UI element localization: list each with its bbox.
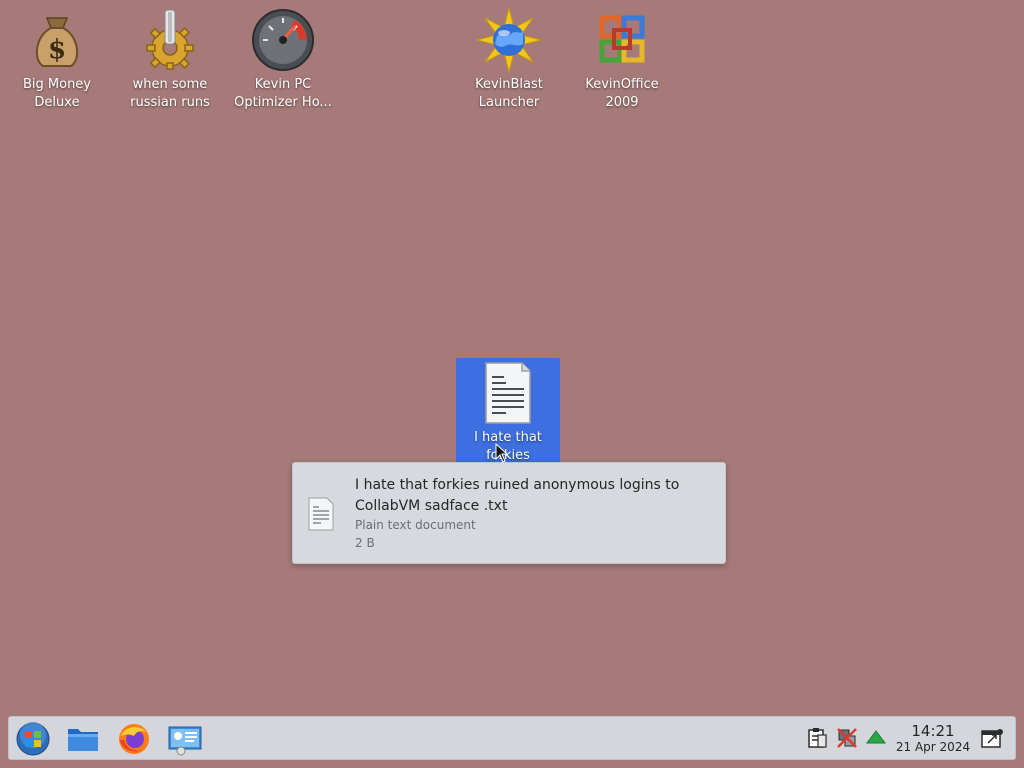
svg-text:$: $ [48,35,66,65]
tooltip-file-type: Plain text document [355,518,476,532]
desktop[interactable]: $ Big Money Deluxe when some russian run… [0,0,1024,768]
show-desktop-icon[interactable] [980,727,1004,751]
desktop-icon-kevin-pc-optimizer[interactable]: Kevin PC Optimizer Ho... [231,8,335,112]
desktop-icon-label: KevinOffice 2009 [585,77,659,110]
money-bag-icon: $ [35,17,79,67]
desktop-icon-russian[interactable]: when some russian runs a... [118,8,222,112]
folder-icon[interactable] [65,722,101,756]
text-document-icon [308,497,334,531]
desktop-icon-kevinblast-launcher[interactable]: KevinBlast Launcher [457,8,561,112]
desktop-icon-label: when some russian runs a... [130,77,210,110]
tooltip-file-size: 2 B [355,536,375,550]
network-off-icon[interactable] [836,727,858,749]
clipboard-icon[interactable] [806,727,828,749]
mouse-cursor-icon [495,443,509,463]
desktop-icon-label: Kevin PC Optimizer Ho... [234,77,332,110]
desktop-icon-big-money-deluxe[interactable]: $ Big Money Deluxe [5,8,109,112]
firefox-icon[interactable] [116,722,152,756]
windows-orb-icon[interactable] [15,722,51,756]
text-document-icon [485,362,531,424]
file-info-tooltip: I hate that forkies ruined anonymous log… [292,462,726,564]
gear-icon [146,9,194,70]
up-arrow-icon[interactable] [865,727,887,749]
office-logo-icon [599,15,645,63]
system-settings-icon[interactable] [167,722,203,756]
globe-burst-icon [477,8,541,72]
clock-date[interactable]: 21 Apr 2024 [889,740,977,754]
taskbar: 14:21 21 Apr 2024 [8,716,1016,760]
gauge-icon [252,9,314,71]
clock-time[interactable]: 14:21 [895,722,971,740]
desktop-icon-label: Big Money Deluxe [22,77,91,110]
desktop-icon-label: KevinBlast Launcher [475,77,543,110]
tooltip-file-name: I hate that forkies ruined anonymous log… [355,477,680,514]
desktop-icon-kevinoffice-2009[interactable]: KevinOffice 2009 [570,8,674,112]
